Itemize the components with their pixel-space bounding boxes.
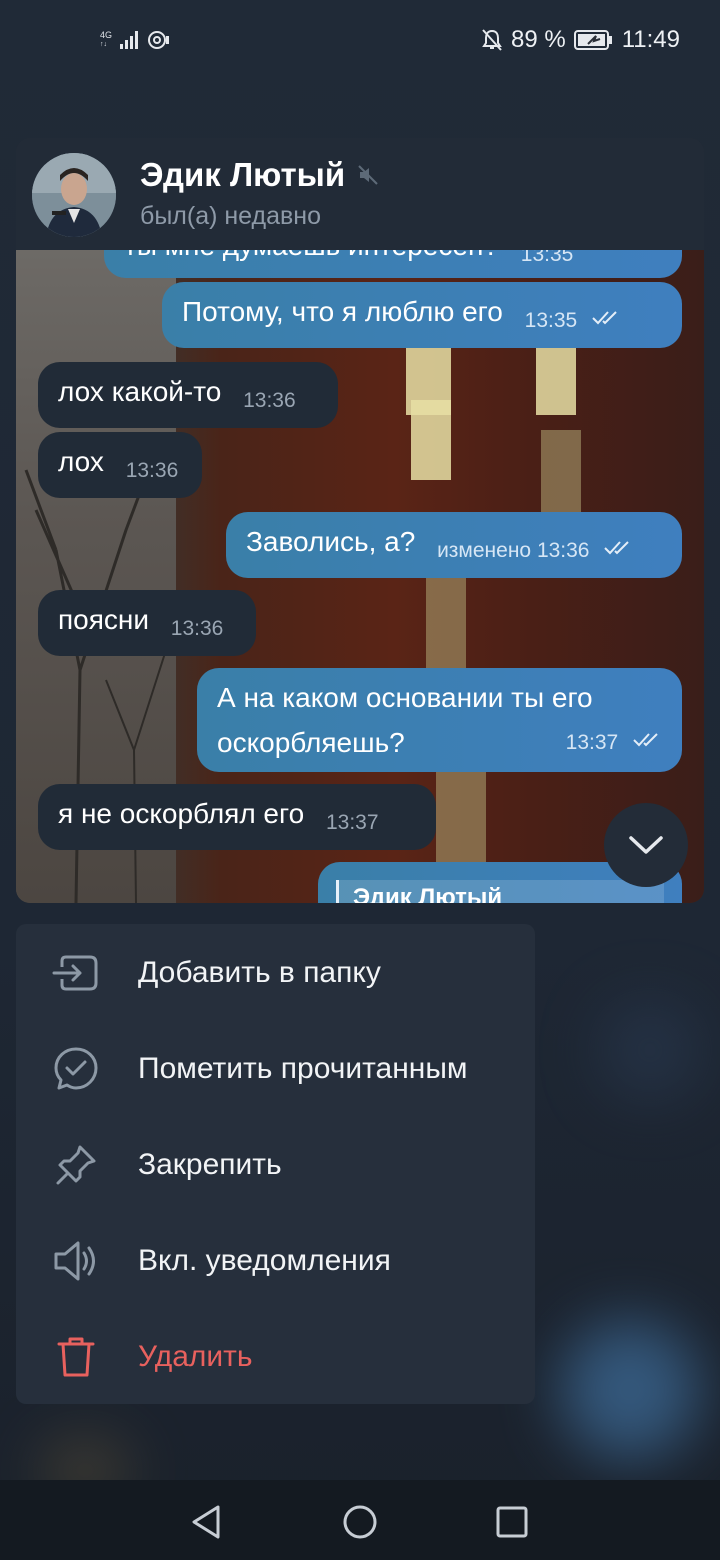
- avatar-photo: [32, 153, 116, 237]
- menu-item-label: Вкл. уведомления: [138, 1244, 391, 1277]
- message-time: 13:36: [125, 459, 179, 482]
- trash-icon: [52, 1333, 100, 1381]
- recents-square-icon: [496, 1506, 528, 1538]
- message-footer: оскорбляешь? 13:37: [217, 716, 662, 761]
- chat-last-seen: был(а) недавно: [140, 202, 322, 230]
- menu-item-label: Пометить прочитанным: [138, 1052, 468, 1085]
- message-text: Заволись, а?: [246, 526, 416, 557]
- menu-item-label: Добавить в папку: [138, 956, 381, 989]
- message-bubble-outgoing[interactable]: Заволись, а? изменено 13:36: [226, 512, 682, 578]
- message-meta: 13:37: [552, 716, 662, 761]
- message-text: Потому, что я люблю его: [182, 296, 503, 327]
- avatar[interactable]: [32, 153, 116, 237]
- edited-label: изменено: [437, 539, 532, 562]
- hotspot-icon: [148, 31, 170, 49]
- battery-icon: [573, 30, 612, 50]
- message-bubble-incoming[interactable]: поясни 13:36: [38, 590, 256, 656]
- message-time: 13:35: [520, 250, 574, 266]
- signal-icon: [120, 31, 139, 49]
- menu-item-label: Закрепить: [138, 1148, 282, 1181]
- home-circle-icon: [343, 1505, 377, 1539]
- message-time: 13:37: [565, 731, 619, 754]
- chat-header[interactable]: Эдик Лютый был(а) недавно: [16, 138, 704, 250]
- background-blur-spot: [560, 1320, 700, 1460]
- network-type-label: 4G: [100, 30, 113, 40]
- message-time: 13:36: [170, 617, 224, 640]
- recents-button[interactable]: [492, 1502, 532, 1542]
- message-text: я не оскорблял его: [58, 798, 305, 829]
- message-bubble-outgoing[interactable]: Потому, что я люблю его 13:35: [162, 282, 682, 348]
- status-bar: 4G ↑↓ 89 % 11:49: [0, 0, 720, 84]
- scroll-down-button[interactable]: [604, 803, 688, 887]
- menu-item-label: Удалить: [138, 1340, 253, 1373]
- network-type: 4G ↑↓: [100, 31, 112, 49]
- chat-context-menu: Добавить в папку Пометить прочитанным За…: [16, 924, 535, 1404]
- home-button[interactable]: [340, 1502, 380, 1542]
- clock: 11:49: [621, 26, 680, 53]
- message-bubble-incoming[interactable]: я не оскорблял его 13:37: [38, 784, 436, 850]
- speaker-icon: [52, 1237, 100, 1285]
- menu-item-pin[interactable]: Закрепить: [16, 1117, 535, 1213]
- message-text: ты мне думаешь интересен?: [124, 250, 499, 261]
- reply-quote: Эдик Лютый: [336, 880, 664, 903]
- message-text: лох: [58, 446, 104, 477]
- back-button[interactable]: [186, 1502, 226, 1542]
- wallpaper-window: [411, 400, 451, 480]
- notifications-off-icon: [482, 29, 502, 51]
- pin-icon: [52, 1141, 100, 1189]
- system-navigation-bar: [0, 1480, 720, 1560]
- message-time: 13:37: [325, 811, 379, 834]
- message-bubble-incoming[interactable]: лох какой-то 13:36: [38, 362, 338, 428]
- message-time-value: 13:36: [536, 539, 590, 562]
- chat-name: Эдик Лютый: [140, 156, 346, 193]
- message-text: поясни: [58, 604, 149, 635]
- wallpaper-window: [541, 430, 581, 520]
- status-bar-right: 89 % 11:49: [481, 26, 680, 54]
- read-ticks-icon: [604, 541, 629, 555]
- message-time: 13:35: [524, 309, 578, 332]
- read-ticks-icon: [633, 733, 658, 747]
- message-text: лох какой-то: [58, 376, 222, 407]
- status-bar-left: 4G ↑↓: [100, 28, 170, 52]
- menu-item-delete[interactable]: Удалить: [16, 1309, 535, 1405]
- menu-item-add-to-folder[interactable]: Добавить в папку: [16, 925, 535, 1021]
- mark-read-icon: [52, 1045, 100, 1093]
- chat-preview-card[interactable]: Эдик Лютый был(а) недавно ты мне думаешь…: [16, 138, 704, 903]
- back-triangle-icon: [192, 1505, 220, 1539]
- add-to-folder-icon: [52, 949, 100, 997]
- menu-item-unmute[interactable]: Вкл. уведомления: [16, 1213, 535, 1309]
- wallpaper-window: [536, 345, 576, 415]
- muted-icon: [358, 165, 378, 185]
- message-text-line-2: оскорбляешь?: [217, 727, 405, 758]
- chevron-down-icon: [629, 836, 663, 854]
- message-bubble-incoming[interactable]: лох 13:36: [38, 432, 202, 498]
- chat-messages-area[interactable]: ты мне думаешь интересен? 13:35 Потому, …: [16, 250, 704, 903]
- menu-item-mark-read[interactable]: Пометить прочитанным: [16, 1021, 535, 1117]
- chat-title: Эдик Лютый: [140, 156, 379, 194]
- message-bubble-outgoing[interactable]: А на каком основании ты его оскорбляешь?…: [197, 668, 682, 772]
- read-ticks-icon: [592, 311, 617, 325]
- reply-author: Эдик Лютый: [353, 884, 503, 903]
- message-time: изменено 13:36: [437, 539, 589, 562]
- network-arrows: ↑↓: [100, 41, 107, 48]
- message-time: 13:36: [243, 389, 296, 412]
- message-bubble-partial[interactable]: ты мне думаешь интересен? 13:35: [104, 250, 682, 278]
- message-text-line-1: А на каком основании ты его: [217, 682, 593, 713]
- background-blur-spot: [600, 1000, 700, 1100]
- battery-percent: 89 %: [511, 26, 566, 53]
